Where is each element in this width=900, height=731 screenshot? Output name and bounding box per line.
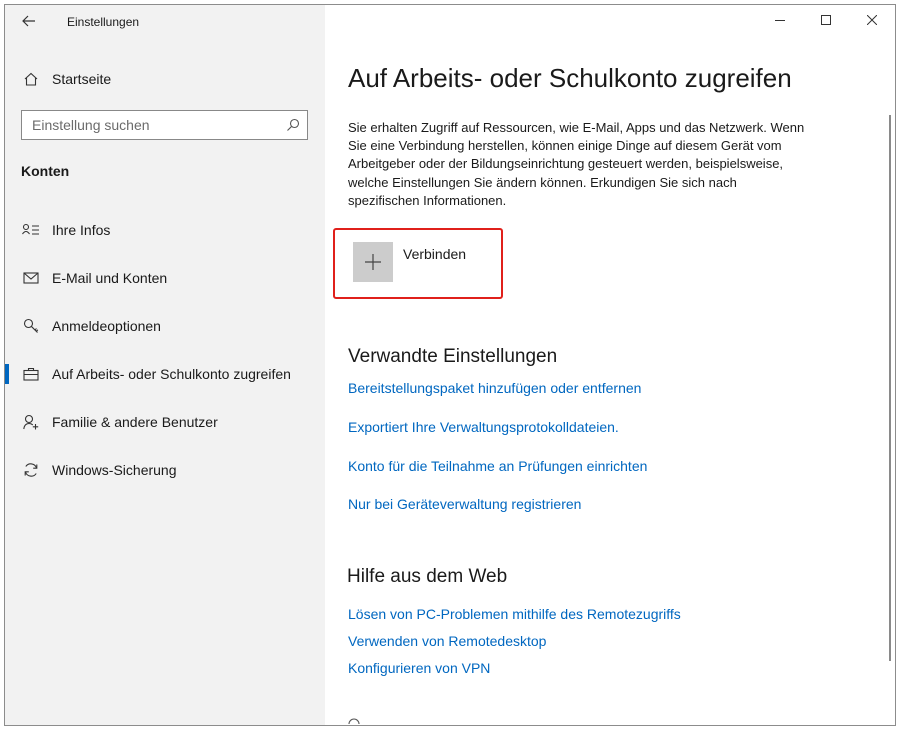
link-enroll-device-management[interactable]: Nur bei Geräteverwaltung registrieren: [348, 496, 581, 512]
maximize-icon: [821, 15, 831, 25]
sidebar-item-label: E-Mail und Konten: [52, 270, 168, 286]
sidebar-item-sign-in-options[interactable]: Anmeldeoptionen: [5, 302, 325, 350]
sidebar-item-label: Anmeldeoptionen: [52, 318, 161, 334]
maximize-button[interactable]: [803, 5, 849, 35]
page-description: Sie erhalten Zugriff auf Ressourcen, wie…: [348, 120, 805, 208]
close-icon: [867, 15, 877, 25]
home-label: Startseite: [52, 71, 112, 87]
home-icon: [21, 69, 41, 89]
sidebar-item-label: Windows-Sicherung: [52, 462, 177, 478]
connect-button[interactable]: Verbinden: [353, 242, 466, 282]
link-remote-desktop[interactable]: Verwenden von Remotedesktop: [348, 633, 546, 649]
search-box[interactable]: [21, 110, 308, 140]
person-card-icon: [21, 220, 41, 240]
connect-label: Verbinden: [403, 246, 467, 262]
app-title: Einstellungen: [67, 15, 140, 29]
sidebar-item-family[interactable]: Familie & andere Benutzer: [5, 398, 325, 446]
web-help-title: Hilfe aus dem Web: [347, 566, 508, 587]
link-export-logs[interactable]: Exportiert Ihre Verwaltungsprotokolldate…: [348, 419, 619, 435]
sidebar-item-label: Ihre Infos: [52, 222, 111, 238]
sync-icon: [21, 460, 41, 480]
search-icon[interactable]: [279, 111, 307, 139]
sidebar: Einstellungen Startseite Konten: [5, 5, 325, 725]
back-arrow-icon: [22, 15, 35, 27]
back-button[interactable]: [19, 11, 39, 31]
sidebar-item-windows-backup[interactable]: Windows-Sicherung: [5, 446, 325, 494]
connect-highlight: Verbinden: [333, 228, 503, 299]
settings-window: Einstellungen Startseite Konten: [4, 4, 896, 726]
link-provisioning-package[interactable]: Bereitstellungspaket hinzufügen oder ent…: [348, 380, 641, 396]
mail-icon: [21, 268, 41, 288]
minimize-icon: [775, 20, 785, 21]
search-input[interactable]: [22, 116, 279, 134]
sidebar-item-home[interactable]: Startseite: [21, 67, 111, 91]
link-remote-assistance[interactable]: Lösen von PC-Problemen mithilfe des Remo…: [348, 606, 681, 622]
help-icon: [348, 718, 360, 725]
link-exam-account[interactable]: Konto für die Teilnahme an Prüfungen ein…: [348, 458, 647, 474]
link-configure-vpn[interactable]: Konfigurieren von VPN: [348, 660, 490, 676]
sidebar-item-your-info[interactable]: Ihre Infos: [5, 206, 325, 254]
minimize-button[interactable]: [757, 5, 803, 35]
scrollbar[interactable]: [889, 115, 891, 661]
section-title: Konten: [21, 163, 70, 179]
plus-icon-tile: [353, 242, 393, 282]
page-title: Auf Arbeits- oder Schulkonto zugreifen: [348, 63, 792, 93]
sidebar-item-label: Auf Arbeits- oder Schulkonto zugreifen: [52, 366, 291, 382]
window-controls: [757, 5, 895, 35]
close-button[interactable]: [849, 5, 895, 35]
person-add-icon: [21, 412, 41, 432]
related-settings-title: Verwandte Einstellungen: [348, 346, 558, 367]
key-icon: [21, 316, 41, 336]
sidebar-item-work-school[interactable]: Auf Arbeits- oder Schulkonto zugreifen: [5, 350, 325, 398]
briefcase-icon: [21, 364, 41, 384]
sidebar-item-email-accounts[interactable]: E-Mail und Konten: [5, 254, 325, 302]
sidebar-nav: Ihre Infos E-Mail und Konten Anmeldeopti…: [5, 206, 325, 494]
sidebar-item-label: Familie & andere Benutzer: [52, 414, 218, 430]
plus-icon: [365, 254, 381, 270]
